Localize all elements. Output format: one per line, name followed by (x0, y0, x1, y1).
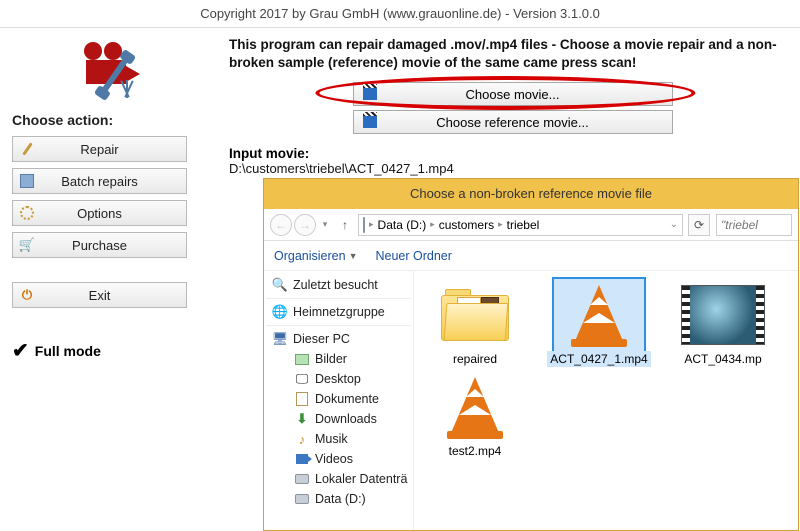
tree-recent[interactable]: 🔍 Zuletzt besucht (266, 275, 411, 295)
drive-icon (363, 218, 365, 232)
purchase-label: Purchase (19, 238, 180, 253)
breadcrumb[interactable]: ▸ Data (D:) ▸ customers ▸ triebel ⌄ (358, 214, 683, 236)
input-movie-label: Input movie: (229, 146, 796, 161)
sidebar: Choose action: Repair Batch repairs Opti… (0, 28, 225, 531)
tree-documents[interactable]: Dokumente (266, 389, 411, 409)
file-open-dialog: Choose a non-broken reference movie file… (263, 178, 799, 531)
nav-up-button[interactable]: ↑ (334, 214, 356, 236)
tree-desktop[interactable]: 🖵 Desktop (266, 369, 411, 389)
repair-label: Repair (19, 142, 180, 157)
file-list: repaired ACT_0427_1.mp4 ACT_0434.mp test… (414, 271, 798, 530)
input-movie-path: D:\customers\triebel\ACT_0427_1.mp4 (229, 161, 796, 176)
drive-icon (294, 471, 310, 487)
file-act-0434[interactable]: ACT_0434.mp (668, 279, 778, 367)
choose-reference-movie-button[interactable]: Choose reference movie... (353, 110, 673, 134)
file-label: test2.mp4 (446, 443, 505, 459)
batch-label: Batch repairs (19, 174, 180, 189)
documents-icon (294, 391, 310, 407)
app-logo (78, 38, 148, 98)
folder-repaired[interactable]: repaired (420, 279, 530, 367)
crumb-triebel[interactable]: triebel (507, 218, 540, 232)
pictures-icon (294, 351, 310, 367)
choose-movie-label: Choose movie... (362, 87, 664, 102)
file-label: repaired (450, 351, 500, 367)
pc-icon: 🖥 (272, 331, 288, 347)
options-label: Options (19, 206, 180, 221)
organize-label: Organisieren (274, 249, 346, 263)
dialog-toolbar: Organisieren ▼ Neuer Ordner (264, 241, 798, 271)
batch-repairs-button[interactable]: Batch repairs (12, 168, 187, 194)
full-mode-indicator: ✔ Full mode (12, 338, 213, 363)
tree-pictures[interactable]: Bilder (266, 349, 411, 369)
purchase-button[interactable]: 🛒 Purchase (12, 232, 187, 258)
chevron-down-icon: ▼ (349, 251, 358, 261)
file-label: ACT_0427_1.mp4 (547, 351, 650, 367)
tree-homegroup[interactable]: 🌐 Heimnetzgruppe (266, 302, 411, 322)
nav-forward-button[interactable]: → (294, 214, 316, 236)
desktop-icon: 🖵 (294, 371, 310, 387)
wrench-icon (19, 141, 35, 157)
tree-data-d[interactable]: Data (D:) (266, 489, 411, 509)
tree-this-pc[interactable]: 🖥 Dieser PC (266, 329, 411, 349)
tree-local-disk[interactable]: Lokaler Datenträ (266, 469, 411, 489)
check-icon: ✔ (12, 338, 29, 363)
choose-ref-label: Choose reference movie... (362, 115, 664, 130)
tree-videos[interactable]: Videos (266, 449, 411, 469)
instructions-text: This program can repair damaged .mov/.mp… (229, 36, 796, 72)
dialog-nav: ← → ▾ ↑ ▸ Data (D:) ▸ customers ▸ triebe… (264, 209, 798, 241)
file-label: ACT_0434.mp (681, 351, 764, 367)
recent-icon: 🔍 (272, 277, 288, 293)
choose-movie-button[interactable]: Choose movie... (353, 82, 673, 106)
tree-downloads[interactable]: ⬇ Downloads (266, 409, 411, 429)
file-test2[interactable]: test2.mp4 (420, 371, 530, 459)
videos-icon (294, 451, 310, 467)
breadcrumb-dropdown[interactable]: ⌄ (670, 219, 678, 230)
nav-tree: 🔍 Zuletzt besucht 🌐 Heimnetzgruppe 🖥 Die… (264, 271, 414, 530)
downloads-icon: ⬇ (294, 411, 310, 427)
exit-label: Exit (19, 288, 180, 303)
drive-icon (294, 491, 310, 507)
exit-button[interactable]: ⏻ Exit (12, 282, 187, 308)
full-mode-label: Full mode (35, 343, 101, 359)
clapper-icon (362, 86, 378, 102)
nav-back-button[interactable]: ← (270, 214, 292, 236)
dialog-title: Choose a non-broken reference movie file (264, 179, 798, 209)
file-act-0427[interactable]: ACT_0427_1.mp4 (544, 279, 654, 367)
tree-music[interactable]: ♪ Musik (266, 429, 411, 449)
window-titlebar: Copyright 2017 by Grau GmbH (www.grauonl… (0, 0, 800, 28)
nav-history-dropdown[interactable]: ▾ (318, 214, 332, 236)
homegroup-icon: 🌐 (272, 304, 288, 320)
new-folder-button[interactable]: Neuer Ordner (376, 249, 452, 263)
search-input[interactable] (716, 214, 792, 236)
repair-button[interactable]: Repair (12, 136, 187, 162)
organize-menu[interactable]: Organisieren ▼ (274, 249, 358, 263)
choose-action-label: Choose action: (12, 112, 213, 128)
options-button[interactable]: Options (12, 200, 187, 226)
music-icon: ♪ (294, 431, 310, 447)
crumb-customers[interactable]: customers (439, 218, 494, 232)
crumb-drive[interactable]: Data (D:) (378, 218, 427, 232)
clapper-icon (362, 114, 378, 130)
refresh-button[interactable]: ⟳ (688, 214, 710, 236)
